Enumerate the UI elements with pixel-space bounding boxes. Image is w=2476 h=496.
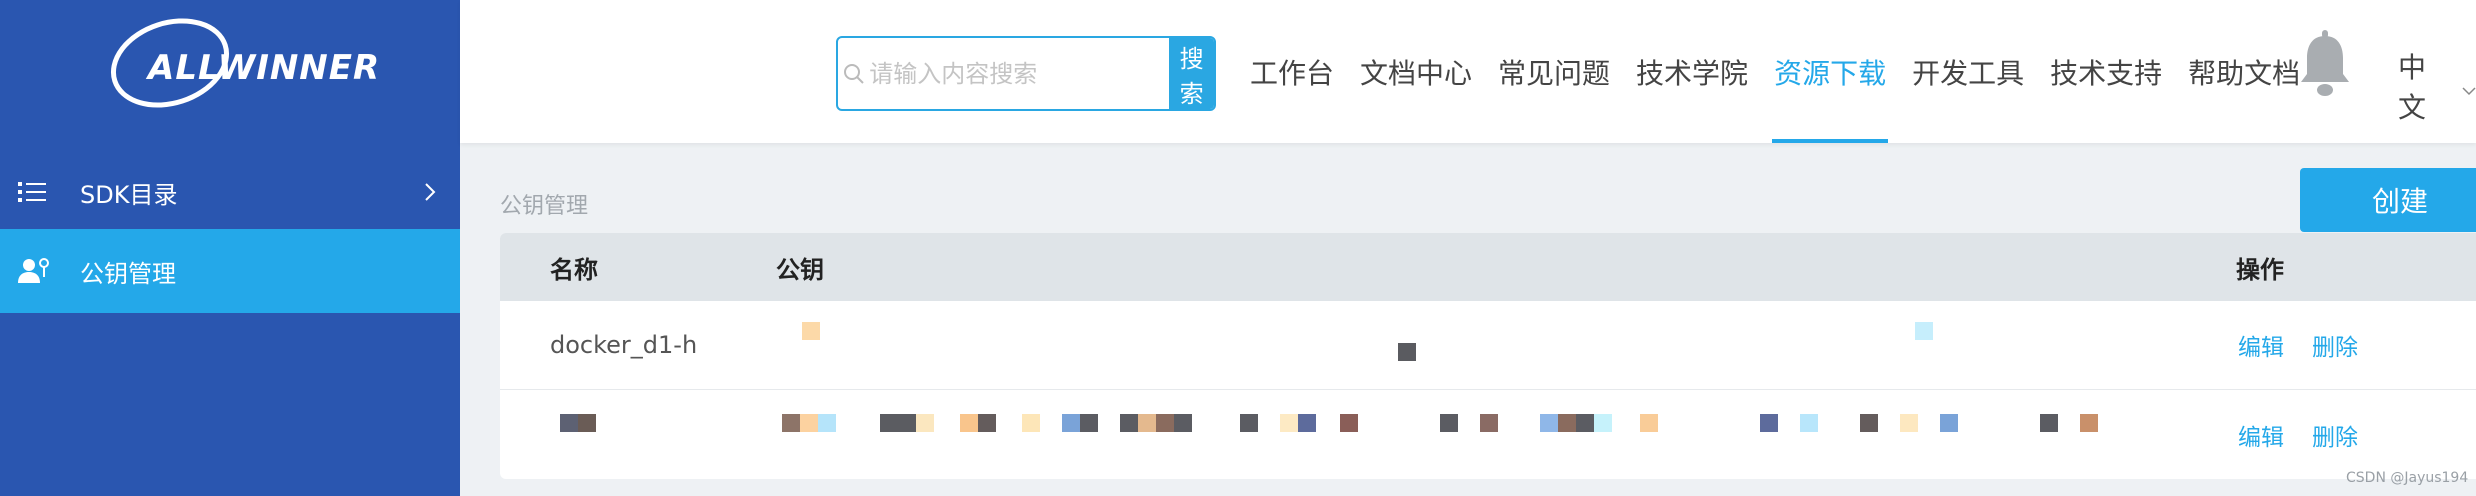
edit-link[interactable]: 编辑 bbox=[2238, 418, 2284, 452]
search-icon bbox=[838, 62, 869, 86]
search-button[interactable]: 搜索 bbox=[1169, 38, 1214, 109]
top-nav: 工作台 文档中心 常见问题 技术学院 资源下载 开发工具 技术支持 帮助文档 bbox=[1250, 0, 2326, 143]
language-label: 中文 bbox=[2398, 51, 2427, 124]
list-icon bbox=[0, 180, 80, 204]
delete-link[interactable]: 删除 bbox=[2312, 328, 2358, 362]
user-key-icon bbox=[0, 257, 80, 285]
key-table: 名称 公钥 操作 docker_d1-h 编辑 删除 编辑 删除 bbox=[500, 233, 2476, 479]
redacted-key bbox=[560, 414, 2098, 454]
row-name: docker_d1-h bbox=[550, 331, 698, 359]
sidebar: ALLWINNER SDK目录 公钥管理 bbox=[0, 0, 460, 496]
sidebar-item-label: SDK目录 bbox=[80, 180, 178, 209]
nav-downloads[interactable]: 资源下载 bbox=[1772, 0, 1889, 143]
nav-faq[interactable]: 常见问题 bbox=[1498, 0, 1610, 143]
row-actions: 编辑 删除 bbox=[2238, 418, 2358, 452]
search-input[interactable] bbox=[869, 59, 1170, 88]
sidebar-item-label: 公钥管理 bbox=[80, 259, 176, 288]
row-actions: 编辑 删除 bbox=[2238, 328, 2358, 362]
nav-workbench[interactable]: 工作台 bbox=[1250, 0, 1334, 143]
nav-dev-tools[interactable]: 开发工具 bbox=[1912, 0, 2024, 143]
header-ops: 操作 bbox=[2236, 255, 2284, 284]
table-header: 名称 公钥 操作 bbox=[500, 233, 2476, 301]
allwinner-logo[interactable]: ALLWINNER bbox=[100, 18, 379, 108]
table-row: 编辑 删除 bbox=[500, 390, 2476, 479]
nav-tech-support[interactable]: 技术支持 bbox=[2050, 0, 2162, 143]
delete-link[interactable]: 删除 bbox=[2312, 418, 2358, 452]
logo-text: ALLWINNER bbox=[148, 48, 381, 88]
nav-docs-center[interactable]: 文档中心 bbox=[1360, 0, 1472, 143]
sidebar-item-sdk[interactable]: SDK目录 bbox=[0, 150, 460, 234]
nav-academy[interactable]: 技术学院 bbox=[1636, 0, 1748, 143]
create-button[interactable]: 创建 bbox=[2300, 168, 2476, 232]
table-row: docker_d1-h 编辑 删除 bbox=[500, 301, 2476, 390]
top-header: 搜索 工作台 文档中心 常见问题 技术学院 资源下载 开发工具 技术支持 帮助文… bbox=[460, 0, 2476, 143]
nav-help-docs[interactable]: 帮助文档 bbox=[2188, 0, 2300, 143]
watermark: CSDN @Jayus194 bbox=[2346, 470, 2469, 486]
language-selector[interactable]: 中文 bbox=[2398, 46, 2476, 126]
search-box: 搜索 bbox=[836, 36, 1216, 111]
breadcrumb: 公钥管理 bbox=[500, 194, 589, 219]
sidebar-item-key-management[interactable]: 公钥管理 bbox=[0, 229, 460, 313]
edit-link[interactable]: 编辑 bbox=[2238, 328, 2284, 362]
chevron-right-icon bbox=[400, 181, 460, 203]
notification-bell-icon[interactable] bbox=[2298, 30, 2352, 104]
chevron-down-icon bbox=[2462, 70, 2476, 103]
header-name: 名称 bbox=[550, 255, 598, 284]
redacted-key bbox=[740, 319, 2200, 361]
header-key: 公钥 bbox=[776, 255, 824, 284]
